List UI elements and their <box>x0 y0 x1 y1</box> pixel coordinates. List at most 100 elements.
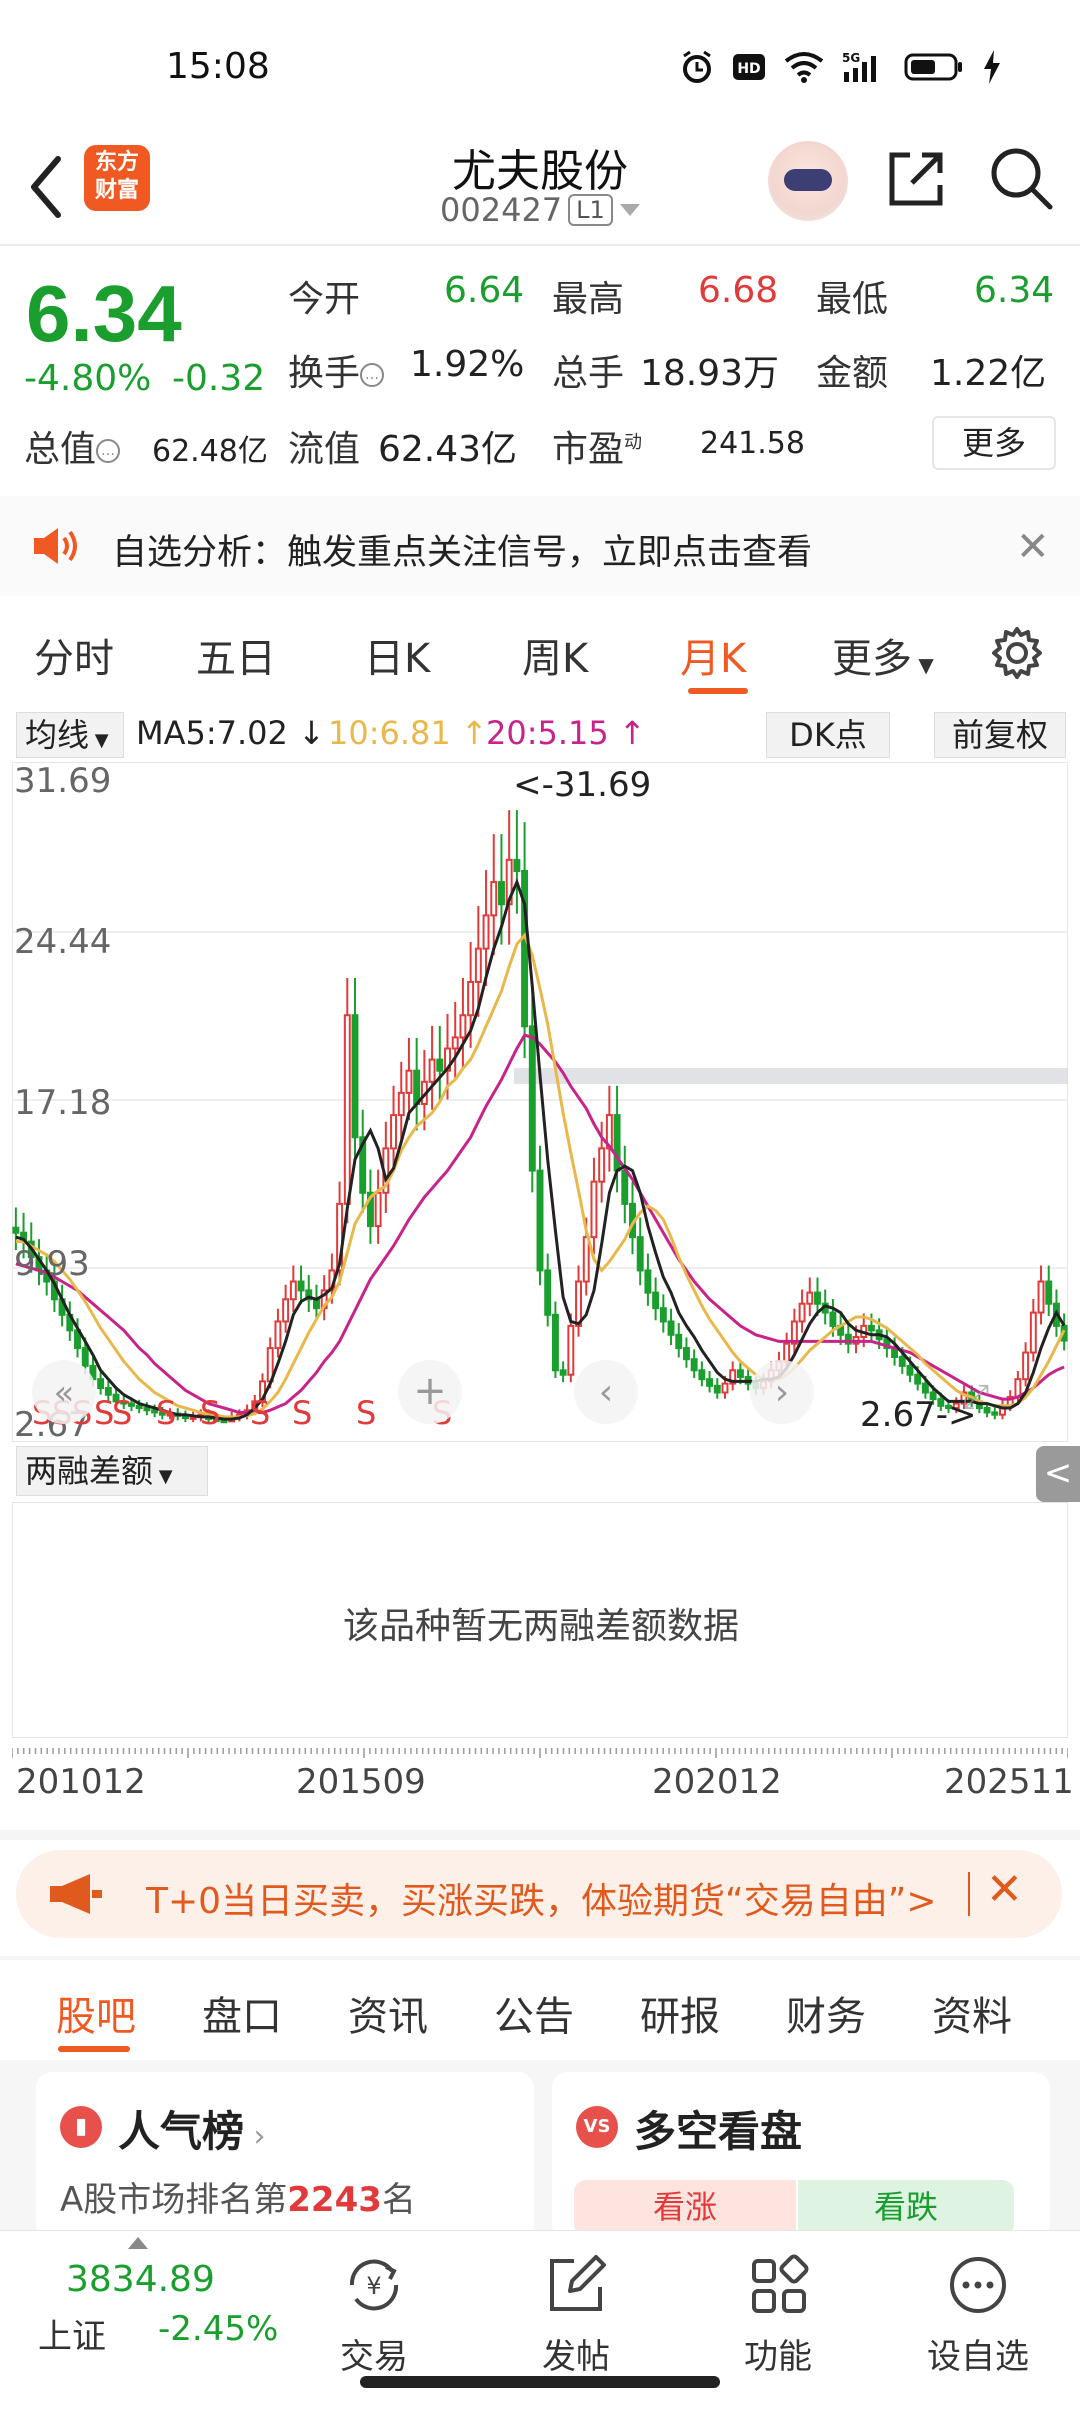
date-label-4: 202511 <box>944 1762 1074 1802</box>
tab-research[interactable]: 研报 <box>640 1984 720 2042</box>
candle <box>1029 1311 1037 1354</box>
status-icons: HD 5G <box>680 50 1002 84</box>
alert-text: 自选分析：触发重点关注信号，立即点击查看 <box>112 533 813 573</box>
ai-assistant-icon[interactable] <box>768 141 848 221</box>
candle <box>914 1373 922 1385</box>
svg-text:5G: 5G <box>842 51 860 65</box>
ma-select[interactable]: 均线 ▼ <box>16 712 124 758</box>
candle <box>667 1320 675 1336</box>
close-icon[interactable]: ✕ <box>986 1864 1023 1915</box>
info-icon: … <box>360 363 385 387</box>
nav-functions[interactable]: 功能 <box>708 2241 848 2378</box>
pe-value: 241.58 <box>700 426 805 461</box>
tab-daily-k[interactable]: 日K <box>364 626 430 684</box>
dropdown-triangle-icon: ▼ <box>89 730 109 751</box>
tab-more[interactable]: 更多 ▼ <box>832 626 934 684</box>
dropdown-triangle-icon <box>619 204 640 216</box>
tab-forum[interactable]: 股吧 <box>56 1984 136 2042</box>
candle <box>490 881 498 917</box>
candle <box>289 1280 297 1301</box>
mktcap-label[interactable]: 总值… <box>24 420 121 472</box>
index-name[interactable]: 上证 <box>38 2309 106 2358</box>
dk-points-button[interactable]: DK点 <box>766 712 890 758</box>
stock-code-row[interactable]: 002427 L1 <box>440 191 641 229</box>
change-percent: -4.80% <box>24 358 152 399</box>
status-time: 15:08 <box>166 46 270 87</box>
date-label-2: 201509 <box>296 1762 426 1802</box>
candle <box>513 858 521 872</box>
function-icon <box>752 2254 809 2313</box>
candle <box>783 1342 791 1363</box>
svg-text:HD: HD <box>737 61 760 77</box>
up-caret-icon <box>128 2237 148 2249</box>
candle <box>497 881 505 906</box>
tab-profile[interactable]: 资料 <box>932 1984 1012 2042</box>
crosshair-icon[interactable]: + <box>413 1368 447 1414</box>
candle <box>698 1369 706 1381</box>
candle <box>682 1347 690 1361</box>
index-value[interactable]: 3834.89 <box>66 2259 215 2300</box>
next-icon[interactable]: › <box>775 1372 789 1413</box>
share-icon[interactable] <box>884 147 948 211</box>
candle <box>867 1324 875 1332</box>
candle <box>659 1307 667 1323</box>
nav-post[interactable]: 发帖 <box>506 2241 646 2378</box>
amount-value: 1.22亿 <box>930 353 1047 394</box>
dropdown-triangle-icon: ▼ <box>153 1466 173 1487</box>
candle <box>991 1411 999 1416</box>
search-icon[interactable] <box>988 145 1054 211</box>
candle <box>536 1169 544 1272</box>
tab-intraday[interactable]: 分时 <box>34 626 114 684</box>
bull-button[interactable]: 看涨 <box>574 2180 796 2236</box>
more-button[interactable]: 更多 <box>932 416 1056 470</box>
kline-svg[interactable]: 31.6924.4417.189.932.67<-31.692.67-> SS S… <box>12 762 1068 1442</box>
zoom-icon[interactable]: ⤢ <box>962 1377 989 1417</box>
tab-weekly-k[interactable]: 周K <box>522 626 588 684</box>
candle <box>582 1236 590 1283</box>
settings-gear-icon[interactable] <box>990 626 1044 680</box>
float-cap-label: 流值 <box>288 429 361 470</box>
tab-five-day[interactable]: 五日 <box>196 626 276 684</box>
close-icon[interactable]: ✕ <box>1016 524 1050 570</box>
double-left-icon[interactable]: « <box>54 1373 75 1413</box>
previous-icon[interactable]: ‹ <box>599 1372 613 1413</box>
y-tick-label: 17.18 <box>14 1083 111 1123</box>
candle <box>274 1320 282 1350</box>
turnover-label[interactable]: 换手… <box>288 344 385 396</box>
candle <box>636 1236 644 1272</box>
tab-financials[interactable]: 财务 <box>786 1984 866 2042</box>
popularity-card[interactable]: ▮ 人气榜 › A股市场排名第2243名 <box>36 2072 534 2240</box>
bull-bear-card[interactable]: VS 多空看盘 看涨 看跌 <box>552 2072 1050 2240</box>
sell-signal-marker: S <box>112 1394 132 1432</box>
nav-trade[interactable]: ¥ 交易 <box>304 2241 444 2378</box>
level-tag: L1 <box>568 194 613 226</box>
current-price: 6.34 <box>26 269 182 358</box>
candle <box>621 1169 629 1205</box>
alert-bar[interactable]: 自选分析：触发重点关注信号，立即点击查看 ✕ <box>0 496 1080 596</box>
promo-banner[interactable]: T+0当日买卖，买涨买跌，体验期货“交易自由”> ✕ <box>16 1850 1062 1938</box>
sell-signal-marker: S <box>156 1394 176 1432</box>
tab-news[interactable]: 资讯 <box>348 1984 428 2042</box>
candle <box>12 1226 20 1234</box>
collapse-side-tab[interactable]: < <box>1036 1446 1080 1502</box>
y-tick-label: 31.69 <box>14 762 111 801</box>
tab-monthly-k[interactable]: 月K <box>680 626 746 684</box>
forward-adjust-button[interactable]: 前复权 <box>934 712 1066 758</box>
margin-select[interactable]: 两融差额 ▼ <box>16 1446 208 1496</box>
sell-signal-marker: S <box>292 1394 312 1432</box>
candle <box>598 1147 606 1183</box>
ma5-value: MA5:7.02 ↓ <box>136 714 325 752</box>
candle <box>474 947 482 983</box>
kline-chart[interactable]: 31.69 24.44 17.18 9.93 2.67 <-31.69 2.67-> SSS… <box>12 762 1068 1442</box>
bar-chart-icon: ▮ <box>60 2106 102 2148</box>
index-change[interactable]: -2.45% <box>158 2309 278 2349</box>
tab-announcements[interactable]: 公告 <box>494 1984 574 2042</box>
candle <box>567 1324 575 1376</box>
bear-button[interactable]: 看跌 <box>798 2180 1014 2236</box>
max-price-label: <-31.69 <box>513 765 651 805</box>
section-divider <box>0 1830 1080 1840</box>
tab-order-book[interactable]: 盘口 <box>202 1984 282 2042</box>
sell-signal-marker: S <box>356 1394 376 1432</box>
open-value: 6.64 <box>444 270 525 311</box>
nav-add-favorite[interactable]: 设自选 <box>908 2241 1048 2378</box>
